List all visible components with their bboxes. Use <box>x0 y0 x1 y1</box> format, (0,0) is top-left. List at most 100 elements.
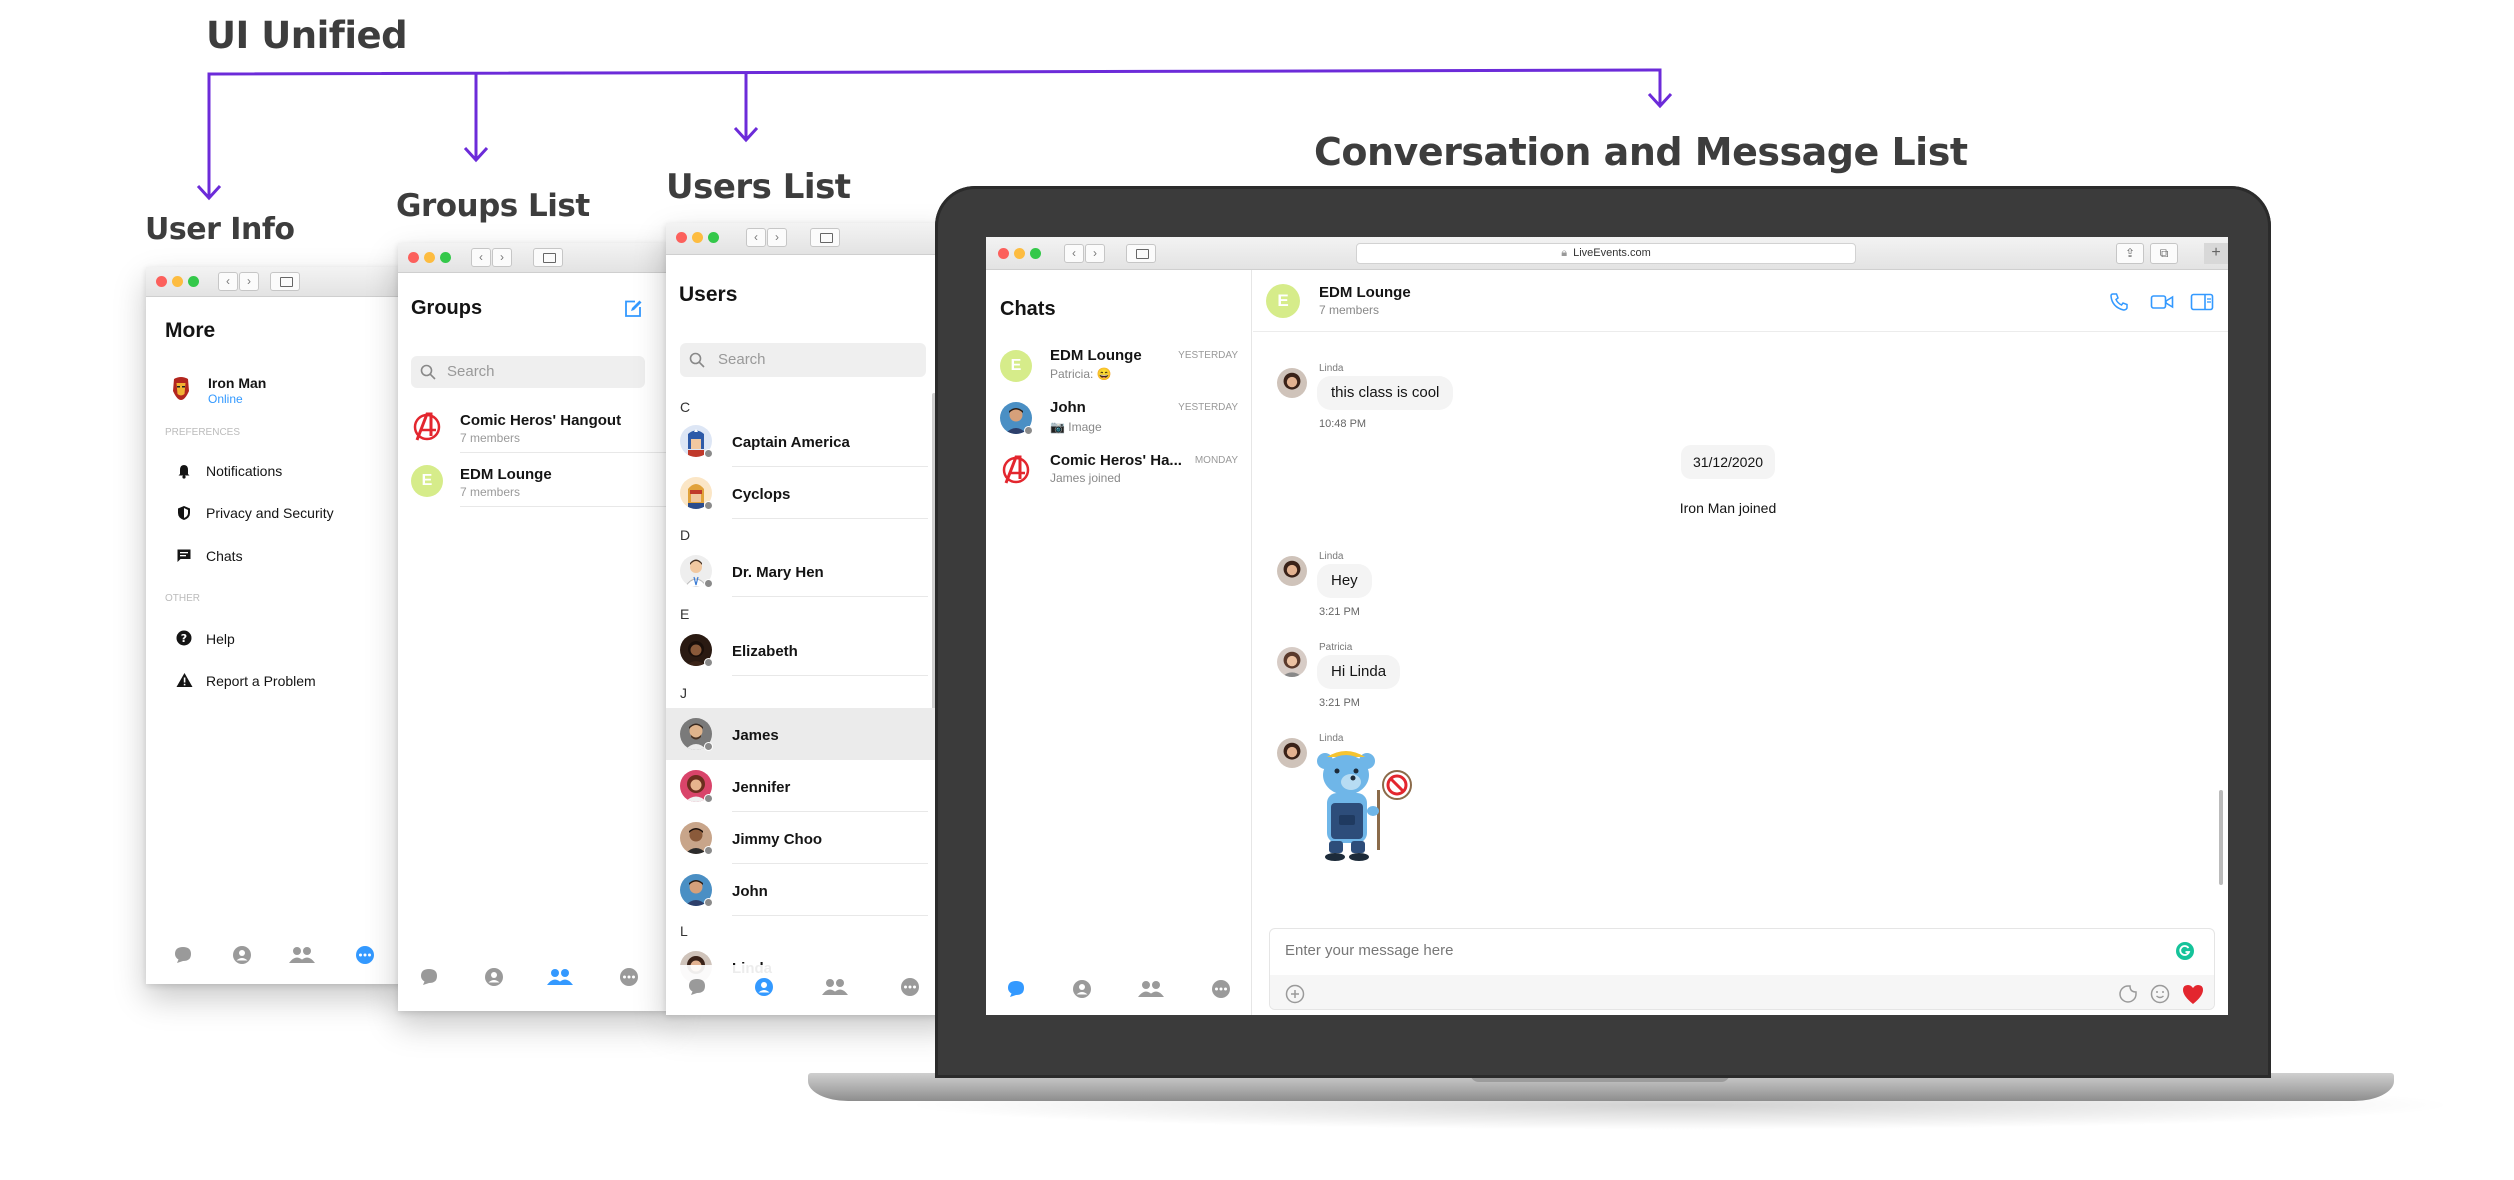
maximize-window-button[interactable] <box>708 232 719 243</box>
back-button[interactable]: ‹ <box>746 228 766 247</box>
row-divider <box>732 596 928 597</box>
heart-reaction-icon[interactable] <box>2181 983 2205 1005</box>
chats-tab-icon[interactable] <box>173 945 193 965</box>
minimize-window-button[interactable] <box>692 232 703 243</box>
details-panel-icon[interactable] <box>2190 292 2214 312</box>
more-tab-icon[interactable] <box>355 945 375 965</box>
message-sender: Linda <box>1319 363 1344 374</box>
linda-avatar <box>1277 738 1307 768</box>
close-window-button[interactable] <box>676 232 687 243</box>
forward-button[interactable]: › <box>239 272 259 291</box>
message-bubble[interactable]: this class is cool <box>1317 376 1454 410</box>
search-icon <box>689 352 705 368</box>
row-divider <box>460 506 670 507</box>
maximize-window-button[interactable] <box>1030 248 1041 259</box>
profile-name: Iron Man <box>208 375 267 391</box>
users-tab-icon[interactable] <box>484 967 504 987</box>
minimize-window-button[interactable] <box>424 252 435 263</box>
forward-button[interactable]: › <box>1085 244 1105 263</box>
edm-lounge-avatar: E <box>1000 350 1032 382</box>
back-button[interactable]: ‹ <box>471 248 491 267</box>
message-bubble[interactable]: Hi Linda <box>1317 655 1401 689</box>
chats-tab-icon[interactable] <box>419 967 439 987</box>
menu-item-label: Privacy and Security <box>206 505 334 521</box>
close-window-button[interactable] <box>408 252 419 263</box>
users-window-toolbar: ‹ › <box>666 223 956 255</box>
conversation-title: EDM Lounge <box>1319 284 1411 301</box>
minimize-window-button[interactable] <box>172 276 183 287</box>
more-tab-icon[interactable] <box>619 967 639 987</box>
groups-tab-icon[interactable] <box>821 977 849 997</box>
maximize-window-button[interactable] <box>440 252 451 263</box>
grammarly-icon[interactable] <box>2175 941 2195 961</box>
message-bubble[interactable]: Hey <box>1317 564 1372 598</box>
groups-window: ‹ › Groups Search Comic Heros' Hangout 7… <box>398 243 670 1011</box>
video-call-icon[interactable] <box>2150 292 2174 312</box>
address-bar[interactable]: 🔒︎ LiveEvents.com <box>1356 243 1856 264</box>
add-attachment-icon[interactable] <box>1285 984 1305 1004</box>
status-indicator <box>704 898 713 907</box>
minimize-window-button[interactable] <box>1014 248 1025 259</box>
sidebar-toggle-button[interactable] <box>533 248 563 267</box>
users-tab-icon[interactable] <box>754 977 774 997</box>
compose-icon[interactable] <box>623 299 643 319</box>
groups-tab-icon[interactable] <box>546 967 574 987</box>
close-window-button[interactable] <box>998 248 1009 259</box>
maximize-window-button[interactable] <box>188 276 199 287</box>
more-tab-icon[interactable] <box>900 977 920 997</box>
search-icon <box>420 364 436 380</box>
mockup-canvas: UI Unified User Info Groups List Users L… <box>0 0 2514 1180</box>
users-tab-icon[interactable] <box>1072 979 1092 999</box>
groups-search-input[interactable]: Search <box>411 356 645 388</box>
bear-sticker-icon[interactable] <box>1315 745 1433 865</box>
header-divider <box>1253 331 2228 332</box>
more-tab-icon[interactable] <box>1211 979 1231 999</box>
back-button[interactable]: ‹ <box>218 272 238 291</box>
phone-icon[interactable] <box>2109 292 2129 312</box>
row-divider <box>460 452 670 453</box>
forward-button[interactable]: › <box>492 248 512 267</box>
message-time: 10:48 PM <box>1319 418 1367 430</box>
sidebar-toggle-button[interactable] <box>270 272 300 291</box>
close-window-button[interactable] <box>156 276 167 287</box>
row-divider <box>732 675 928 676</box>
menu-item-label: Help <box>206 631 235 647</box>
groups-tab-icon[interactable] <box>288 945 316 965</box>
chats-tab-icon[interactable] <box>1006 979 1026 999</box>
messages-scrollbar[interactable] <box>2219 790 2223 885</box>
lock-icon: 🔒︎ <box>1561 247 1568 259</box>
sidebar-toggle-button[interactable] <box>810 228 840 247</box>
sticker-icon[interactable] <box>2118 984 2138 1004</box>
warning-icon <box>176 673 193 687</box>
forward-button[interactable]: › <box>767 228 787 247</box>
message-sender: Linda <box>1319 551 1344 562</box>
sidebar-toggle-button[interactable] <box>1126 244 1156 263</box>
iron-man-avatar[interactable] <box>167 374 195 402</box>
user-name: Captain America <box>732 434 850 451</box>
users-window: ‹ › Users Search C Captain America Cyclo… <box>666 223 956 1015</box>
share-button[interactable]: ⇪ <box>2116 243 2144 264</box>
users-search-input[interactable]: Search <box>680 343 926 377</box>
message-composer: Enter your message here <box>1269 928 2215 1010</box>
new-tab-button[interactable]: + <box>2204 243 2228 264</box>
more-title: More <box>165 319 216 342</box>
group-avatar[interactable]: E <box>1266 284 1300 318</box>
chats-tab-icon[interactable] <box>687 977 707 997</box>
groups-tab-icon[interactable] <box>1137 979 1165 999</box>
search-placeholder: Search <box>718 351 766 368</box>
date-divider: 31/12/2020 <box>1681 445 1775 479</box>
tabs-overview-button[interactable]: ⧉ <box>2150 243 2178 264</box>
status-indicator <box>704 742 713 751</box>
emoji-icon[interactable] <box>2150 984 2170 1004</box>
laptop-screen: ‹ › 🔒︎ LiveEvents.com ⇪ ⧉ + Chats E EDM L… <box>986 237 2228 1015</box>
groups-title: Groups <box>411 297 483 319</box>
users-tab-icon[interactable] <box>232 945 252 965</box>
section-letter: D <box>680 527 691 543</box>
chats-panel: Chats E EDM Lounge Patricia: 😄 YESTERDAY… <box>986 270 1252 1015</box>
message-input[interactable]: Enter your message here <box>1270 929 2214 973</box>
group-members: 7 members <box>460 485 521 499</box>
row-divider <box>732 518 928 519</box>
heading-groups-list: Groups List <box>396 188 590 224</box>
back-button[interactable]: ‹ <box>1064 244 1084 263</box>
user-name: Dr. Mary Hen <box>732 564 824 581</box>
